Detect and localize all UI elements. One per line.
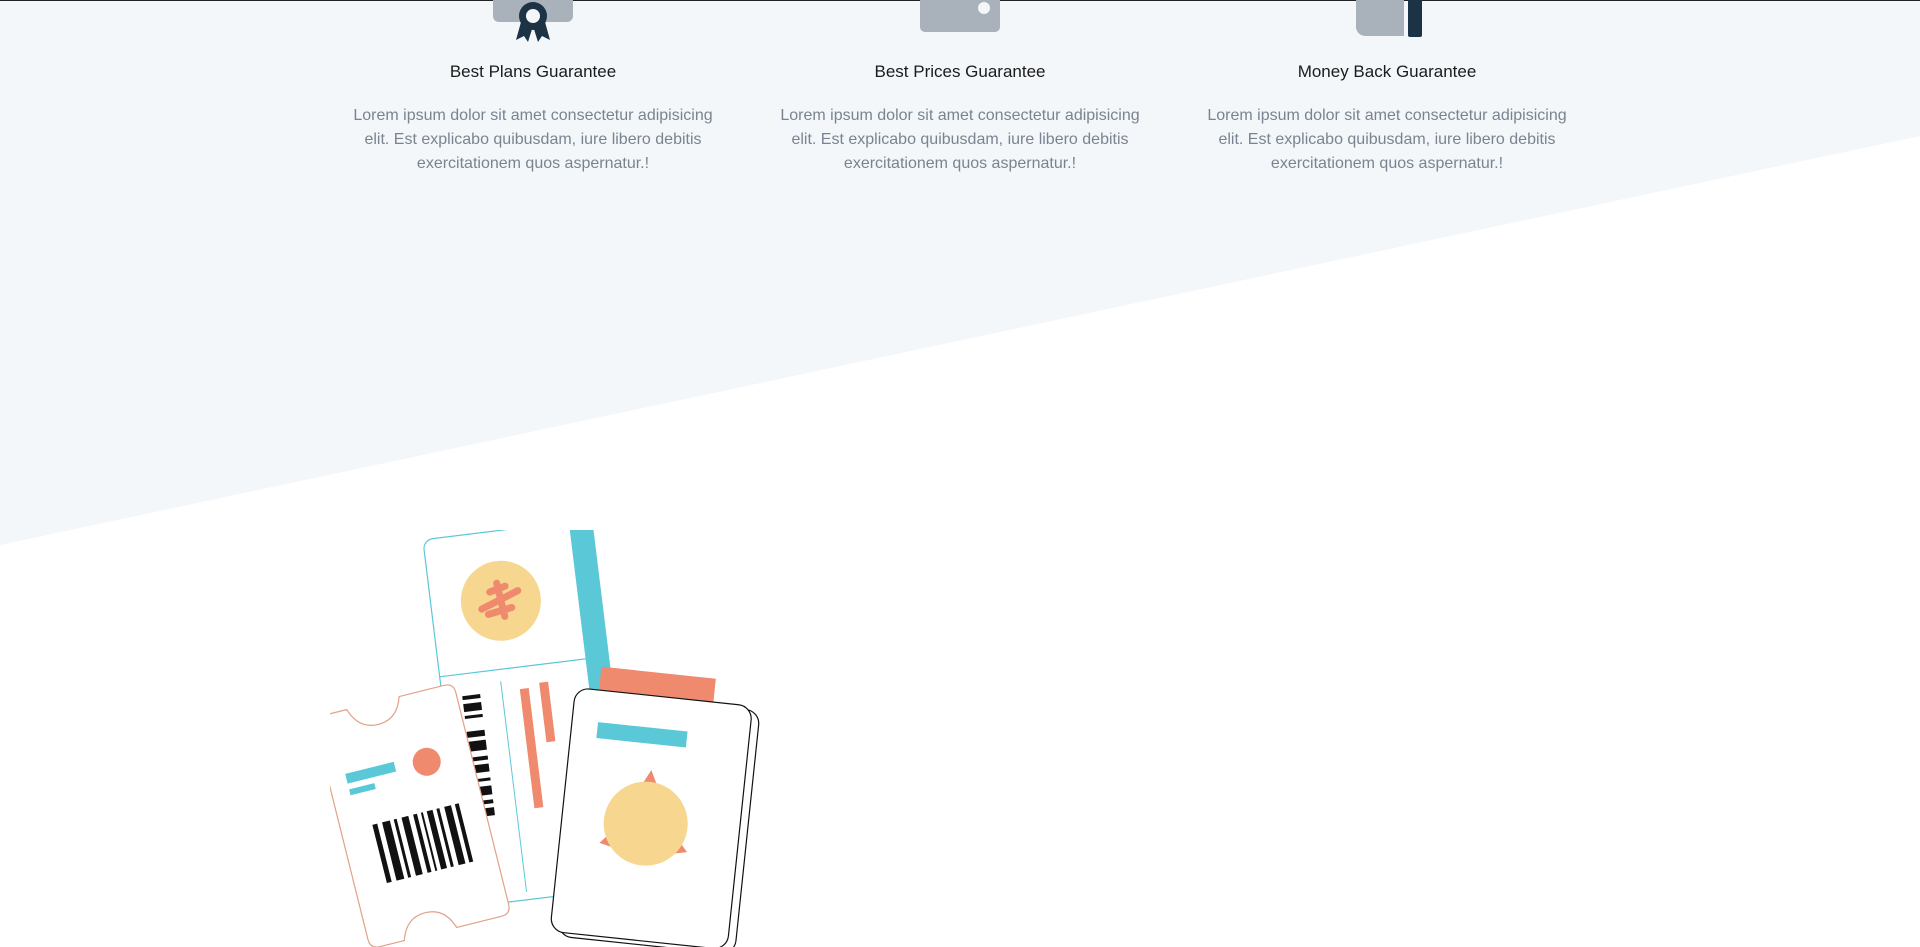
feature-title: Best Plans Guarantee bbox=[449, 62, 617, 81]
wallet-icon bbox=[920, 0, 1000, 32]
feature-description: Lorem ipsum dolor sit amet consectetur a… bbox=[780, 107, 1140, 172]
feature-description: Lorem ipsum dolor sit amet consectetur a… bbox=[353, 107, 713, 172]
feature-title: Best Prices Guarantee bbox=[874, 62, 1046, 81]
award-ribbon-icon bbox=[493, 0, 573, 42]
feature-title: Money Back Guarantee bbox=[1297, 62, 1477, 81]
money-hand-icon bbox=[1356, 0, 1422, 37]
feature-description: Lorem ipsum dolor sit amet consectetur a… bbox=[1207, 107, 1567, 172]
guarantees-section: Best Plans Guarantee Lorem ipsum dolor s… bbox=[0, 0, 1920, 200]
travel-tickets-passport-illustration bbox=[330, 530, 760, 947]
